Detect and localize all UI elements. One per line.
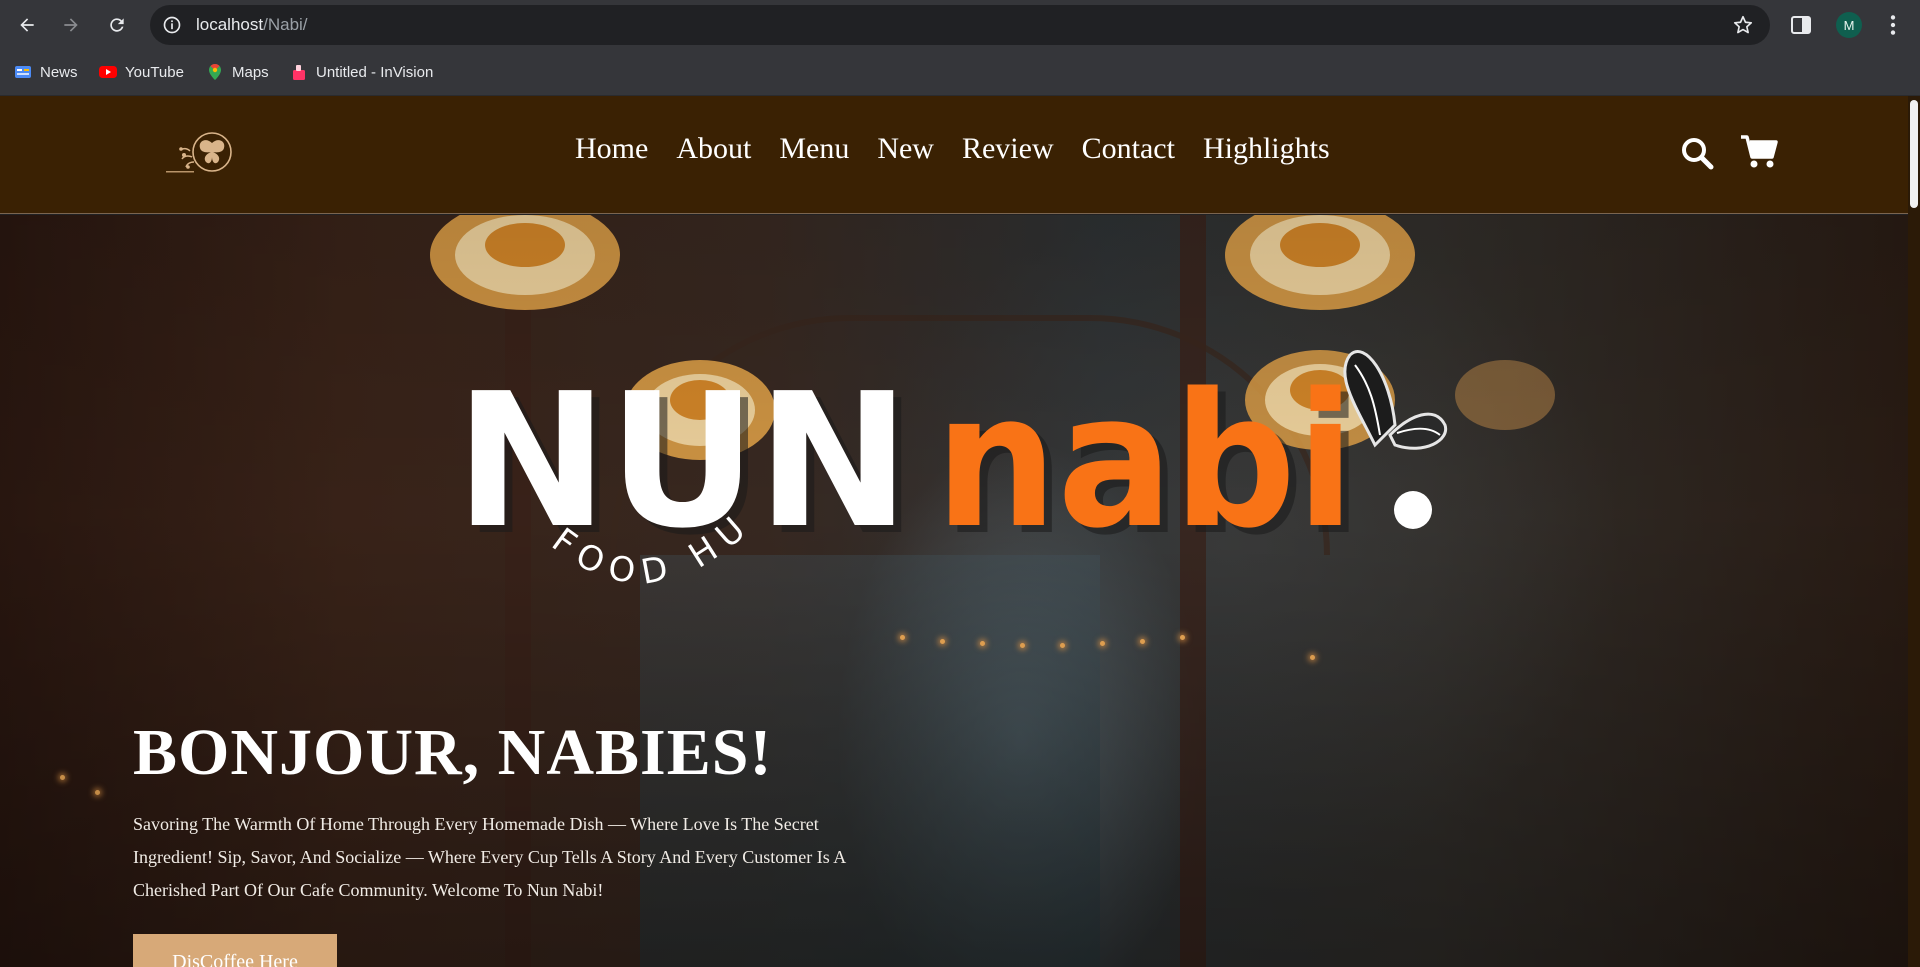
forward-button[interactable] [55,9,87,41]
maps-icon [209,63,221,80]
brand-word1: NUN [455,353,910,569]
side-panel-icon[interactable] [1789,13,1813,37]
hero-heading: BONJOUR, NABIES! [133,716,773,789]
bookmark-label: Maps [232,63,269,81]
nav-review[interactable]: Review [962,134,1054,164]
nav-home[interactable]: Home [575,134,648,164]
invision-icon [293,65,305,80]
hero-description: Savoring The Warmth Of Home Through Ever… [133,814,846,900]
info-icon[interactable] [162,15,182,35]
nav-menu[interactable]: Menu [779,134,849,164]
browser-toolbar: localhost/Nabi/ M [0,0,1920,50]
brand-word2: nabi [935,353,1355,569]
url-path: /Nabi/ [263,15,308,34]
bookmark-label: YouTube [125,63,184,81]
nav-contact[interactable]: Contact [1082,134,1175,164]
hero-section: NUN NUN nabi nabi FOOD HUB BONJOUR, NABI… [0,215,1908,967]
news-icon [15,66,31,78]
url-host: localhost [196,15,264,34]
profile-avatar[interactable]: M [1836,12,1862,38]
brand-dot [1394,491,1432,529]
bookmark-maps[interactable]: Maps [206,62,269,82]
nav-about[interactable]: About [676,134,751,164]
nav-new[interactable]: New [877,134,934,164]
reload-icon [110,18,124,32]
bookmark-youtube[interactable]: YouTube [99,62,184,82]
url-text: localhost/Nabi/ [196,15,308,35]
nunnabi-butterfly-logo[interactable] [162,129,234,177]
nav-highlights[interactable]: Highlights [1203,134,1330,164]
kebab-menu-icon[interactable] [1880,12,1906,38]
back-button[interactable] [11,9,43,41]
scrollbar-thumb[interactable] [1910,100,1918,208]
address-bar[interactable]: localhost/Nabi/ [150,5,1770,45]
main-nav: Home About Menu New Review Contact Highl… [575,134,1330,164]
page-viewport: Home About Menu New Review Contact Highl… [0,96,1908,967]
arrow-right-icon [64,18,78,32]
youtube-icon [99,66,117,78]
bookmark-invision[interactable]: Untitled - InVision [290,62,433,82]
bookmark-star-icon[interactable] [1732,14,1754,36]
page-scrollbar[interactable] [1908,96,1920,967]
bookmark-label: News [40,63,78,81]
bookmark-news[interactable]: News [14,62,78,82]
search-icon[interactable] [1680,136,1714,170]
cart-icon[interactable] [1740,134,1778,170]
arrow-left-icon [20,18,34,32]
site-header: Home About Menu New Review Contact Highl… [0,96,1908,214]
reload-button[interactable] [101,9,133,41]
bookmark-label: Untitled - InVision [316,63,434,81]
nunnabi-brand-wordmark: NUN NUN nabi nabi FOOD HUB [455,335,1448,593]
bookmarks-bar: News YouTube Maps Untitled - InVision [0,50,1920,96]
discoffee-button[interactable]: DisCoffee Here [133,934,337,967]
